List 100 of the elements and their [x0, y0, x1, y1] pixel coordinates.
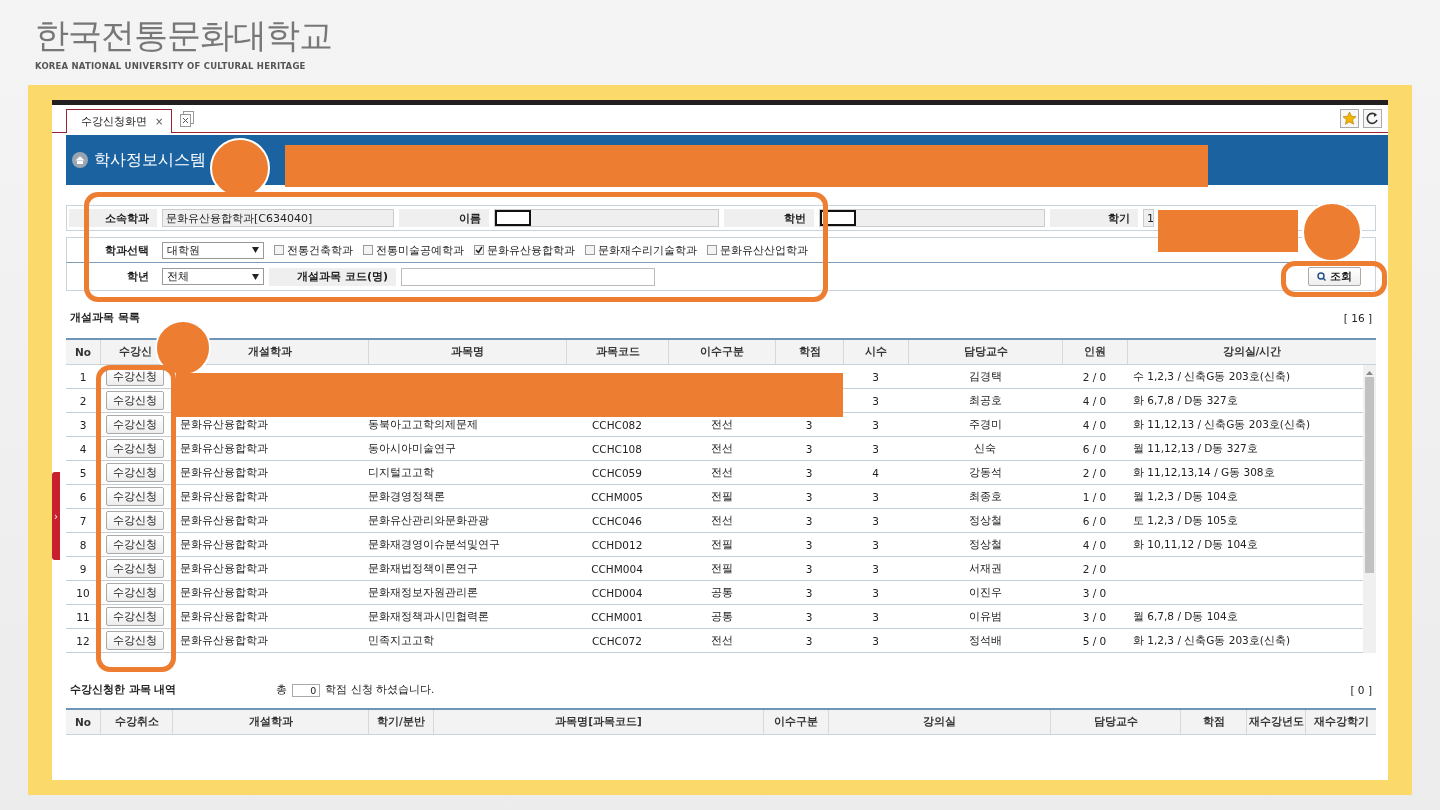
checkbox[interactable] [585, 245, 595, 255]
table-cell: 정상철 [968, 513, 1002, 528]
scrollbar[interactable] [1363, 365, 1376, 653]
column-header: 학점 [1180, 710, 1246, 734]
table-cell: 김경택 [968, 369, 1002, 384]
table-cell: 문화경영정책론 [368, 489, 445, 504]
table-cell: 5 / 0 [1082, 634, 1107, 647]
table-cell: 신숙 [974, 441, 996, 456]
table-cell: 문화재경영이슈분석및연구 [368, 537, 500, 552]
search-button[interactable]: 조회 [1308, 267, 1361, 286]
checkbox[interactable] [363, 245, 373, 255]
table-cell: 11 [76, 610, 90, 623]
table-cell: 3 [872, 442, 879, 455]
search-icon [1317, 272, 1326, 281]
table-cell: 이진우 [968, 585, 1002, 600]
checkbox-label: 문화유산산업학과 [720, 242, 808, 258]
table-cell: 문화유산관리와문화관광 [368, 513, 489, 528]
home-icon[interactable] [72, 152, 88, 168]
field-label: 이름 [399, 209, 489, 227]
close-icon[interactable]: × [155, 116, 164, 127]
table-cell: 3 [805, 514, 813, 527]
table-cell: 문화유산융합학과 [180, 561, 268, 576]
checkbox-label: 전통미술공예학과 [376, 242, 464, 258]
enroll-button[interactable]: 수강신청 [106, 583, 164, 602]
column-header: 재수강년도 [1246, 710, 1305, 734]
total-message: 학점 신청 하셨습니다. [325, 683, 435, 697]
table-cell: 화 1,2,3 / 신축G동 203호(신축) [1133, 633, 1290, 648]
table-cell: 3 [79, 418, 87, 431]
table-cell: 4 / 0 [1082, 418, 1107, 431]
table-cell: 문화유산융합학과 [180, 417, 268, 432]
table-cell: 3 [805, 418, 813, 431]
table-cell: 3 [872, 514, 879, 527]
table-cell: 화 10,11,12 / D동 104호 [1133, 537, 1258, 552]
university-logo-text: 한국전통문화대학교 [35, 16, 332, 54]
enroll-button[interactable]: 수강신청 [106, 607, 164, 626]
refresh-icon[interactable] [1363, 109, 1382, 128]
table-cell: CCHD004 [591, 586, 643, 599]
table-cell: 6 / 0 [1082, 442, 1107, 455]
field-label: 학과선택 [104, 242, 150, 259]
scroll-up-arrow-icon[interactable] [1366, 371, 1373, 375]
column-header: 담당교수 [908, 340, 1062, 364]
field-label: 학번 [724, 209, 814, 227]
column-header: No [74, 715, 92, 730]
table-cell: 3 [872, 418, 879, 431]
grade-dropdown[interactable]: 전체 [162, 268, 264, 285]
column-header: 인원 [1062, 340, 1127, 364]
star-icon[interactable] [1340, 109, 1359, 128]
enrolled-count: [ 0 ] [1350, 684, 1372, 696]
column-header: 이수구분 [763, 710, 828, 734]
table-cell: 최공호 [968, 393, 1002, 408]
table-cell: 서재권 [968, 561, 1002, 576]
column-header: 수강취소 [100, 710, 172, 734]
close-all-tabs-icon[interactable] [180, 111, 195, 127]
column-header: 담당교수 [1050, 710, 1180, 734]
table-cell: 3 [805, 586, 813, 599]
column-header: 강의실/시간 [1127, 340, 1376, 364]
page-tab[interactable]: 수강신청화면 × [66, 109, 173, 133]
checkbox[interactable] [474, 245, 484, 255]
checkbox[interactable] [274, 245, 284, 255]
enroll-button[interactable]: 수강신청 [106, 463, 164, 482]
enroll-button[interactable]: 수강신청 [106, 487, 164, 506]
course-code-input[interactable] [401, 267, 655, 286]
table-cell: 민족지고고학 [368, 633, 434, 648]
table-cell: 3 [872, 394, 879, 407]
enroll-button[interactable]: 수강신청 [106, 511, 164, 530]
table-cell: CCHC046 [592, 514, 642, 527]
section-title: 개설과목 목록 [70, 311, 140, 325]
table-cell: 문화재정책과시민협력론 [368, 609, 489, 624]
enroll-button[interactable]: 수강신청 [106, 391, 164, 410]
table-cell: 3 [805, 610, 813, 623]
field-label: 소속학과 [69, 209, 157, 227]
table-cell: 전선 [710, 633, 733, 648]
enroll-button[interactable]: 수강신청 [106, 559, 164, 578]
table-cell: 월 11,12,13 / D동 327호 [1133, 441, 1258, 456]
table-cell: 전선 [710, 441, 733, 456]
table-cell: 6 [79, 490, 87, 503]
field-label: 학기 [1050, 209, 1138, 227]
table-cell: 화 11,12,13 / 신축G동 203호(신축) [1133, 417, 1311, 432]
side-panel-toggle[interactable]: › [52, 472, 60, 560]
enroll-button[interactable]: 수강신청 [106, 439, 164, 458]
table-cell: 3 [872, 562, 879, 575]
checkbox[interactable] [707, 245, 717, 255]
table-cell: 3 [805, 538, 813, 551]
enroll-button[interactable]: 수강신청 [106, 415, 164, 434]
column-header: 시수 [843, 340, 908, 364]
department-dropdown[interactable]: 대학원 [162, 241, 264, 259]
table-cell: 문화재정보자원관리론 [368, 585, 478, 600]
checkbox-label: 전통건축학과 [287, 242, 353, 258]
table-cell: 10 [76, 586, 90, 599]
enroll-button[interactable]: 수강신청 [106, 631, 164, 650]
table-cell: CCHM004 [591, 562, 643, 575]
enroll-button[interactable]: 수강신청 [106, 535, 164, 554]
university-subtitle: KOREA NATIONAL UNIVERSITY OF CULTURAL HERITAGE [35, 61, 306, 71]
table-cell: 3 [872, 586, 879, 599]
table-cell: 최종호 [968, 489, 1002, 504]
table-cell: 정석배 [968, 633, 1002, 648]
table-cell: 4 / 0 [1082, 538, 1107, 551]
course-count: [ 16 ] [1343, 312, 1372, 324]
table-cell: 동아시아미술연구 [368, 441, 456, 456]
table-cell: 공통 [710, 609, 733, 624]
